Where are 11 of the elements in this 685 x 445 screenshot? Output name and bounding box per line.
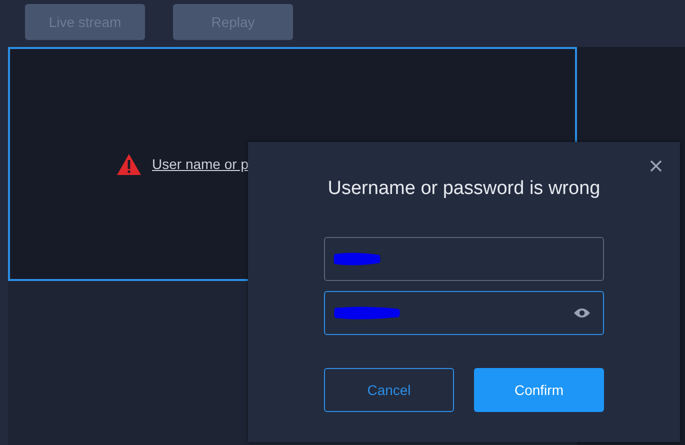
redaction-mark <box>333 251 381 267</box>
input-field[interactable] <box>324 291 604 335</box>
input-field[interactable] <box>324 237 604 281</box>
confirm-button[interactable]: Confirm <box>474 368 604 412</box>
error-link[interactable]: User name or p <box>152 156 248 172</box>
close-icon[interactable] <box>649 159 663 173</box>
redaction-mark <box>333 305 401 321</box>
warning-icon <box>116 152 142 176</box>
cancel-button[interactable]: Cancel <box>324 368 454 412</box>
eye-icon[interactable] <box>573 307 591 319</box>
dialog-title: Username or password is wrong <box>328 178 600 200</box>
